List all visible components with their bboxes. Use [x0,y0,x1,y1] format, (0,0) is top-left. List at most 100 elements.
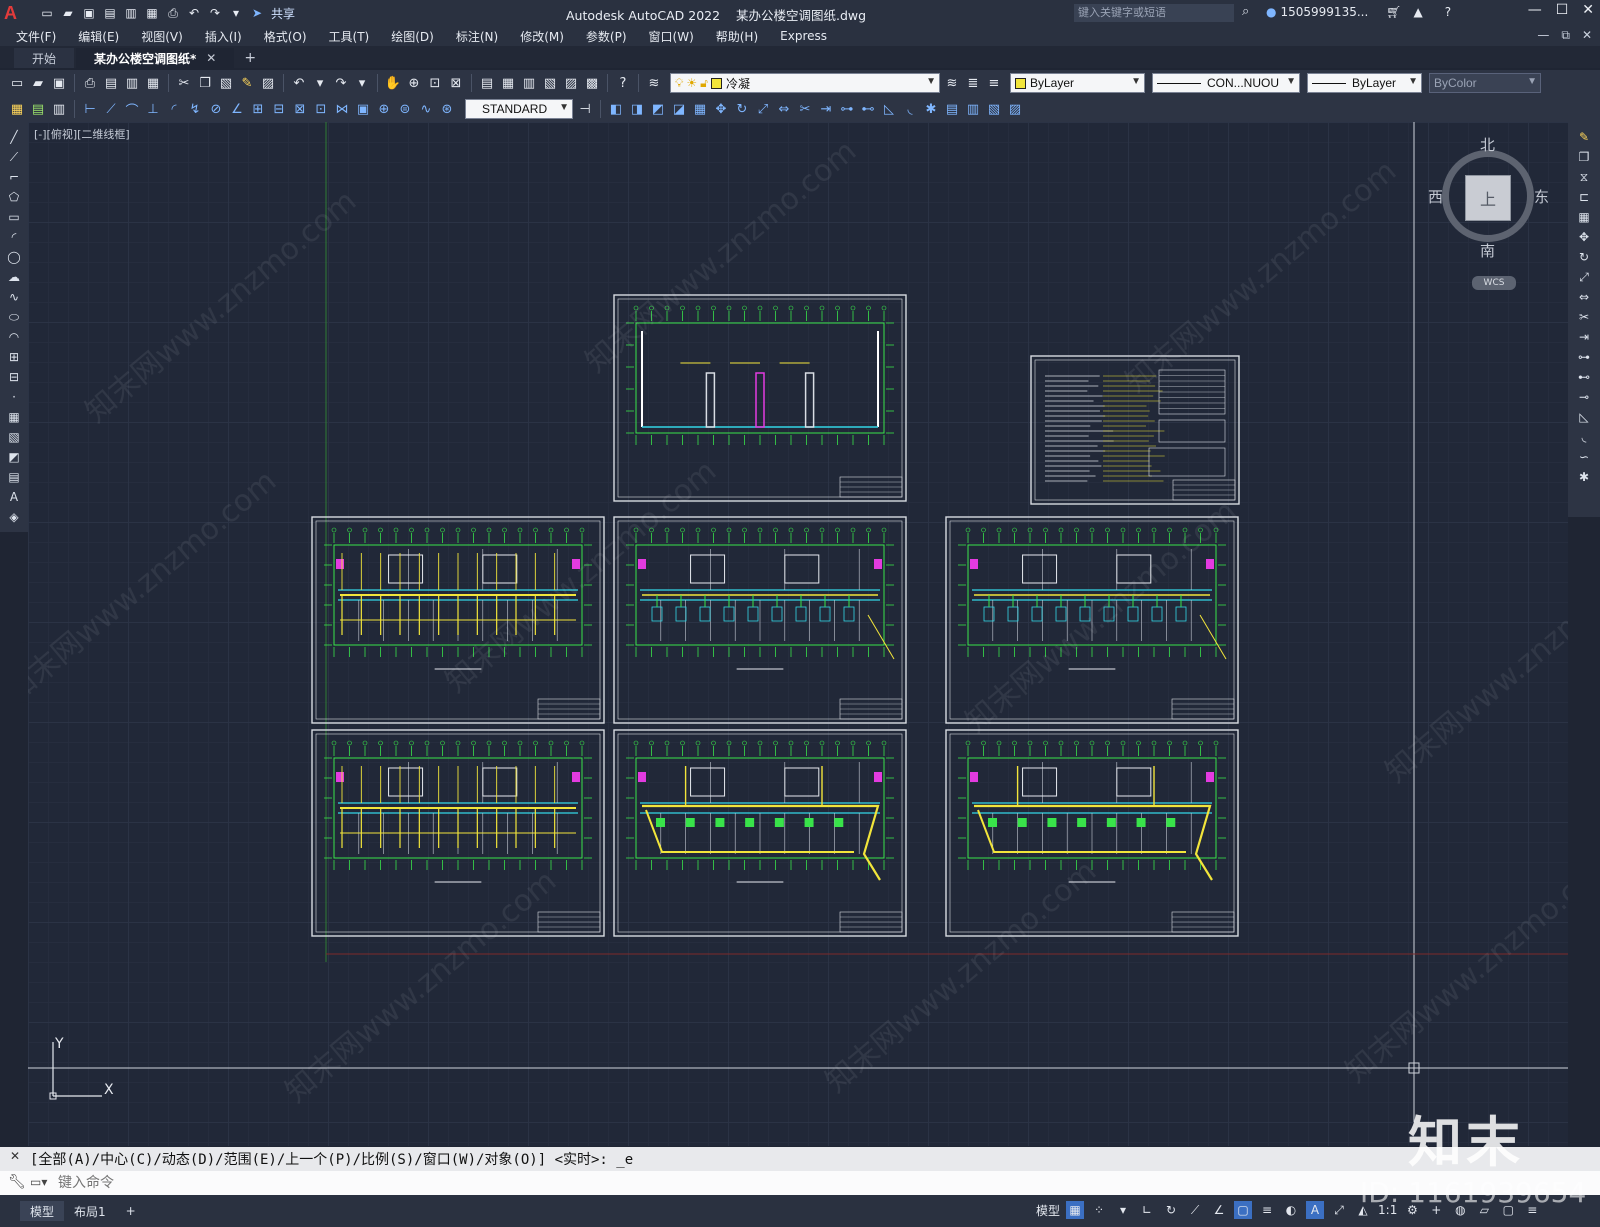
layer-states-icon[interactable]: ≡ [985,74,1003,92]
text-style-dropdown[interactable]: STANDARD ▼ [465,99,573,119]
modify-join-icon[interactable]: ⊷ [859,100,877,118]
menu-format[interactable]: 格式(O) [264,28,307,45]
zoom-realtime-icon[interactable]: ⊕ [405,74,423,92]
share-label[interactable]: 共享 [271,5,295,22]
maximize-button[interactable]: ☐ [1556,2,1569,18]
save-web-icon[interactable]: ▦ [143,4,161,22]
isometric-icon[interactable]: ⟋ [1186,1201,1204,1219]
layer-dropdown[interactable]: 💡︎ ☀ 🔓︎ 冷凝 ▼ [670,73,940,93]
layer-iso-icon[interactable]: ▤ [29,100,47,118]
join-icon[interactable]: ⊸ [1575,388,1593,406]
publish-icon[interactable]: ▥ [123,74,141,92]
zoom-window-icon[interactable]: ⊡ [426,74,444,92]
quick-dimension-icon[interactable]: ⊞ [249,100,267,118]
menu-draw[interactable]: 绘图(D) [391,28,434,45]
mirror-icon[interactable]: ⧖ [1575,168,1593,186]
auto-scale-icon[interactable]: ⤢ [1330,1201,1348,1219]
tab-start[interactable]: 开始 [14,48,75,68]
table-icon[interactable]: ▤ [5,468,23,486]
undo-dropdown-icon[interactable]: ▾ [311,74,329,92]
continue-icon[interactable]: ⊠ [291,100,309,118]
modify-erase-icon[interactable]: ◧ [607,100,625,118]
insert-block-icon[interactable]: ⊞ [5,348,23,366]
open-web-icon[interactable]: ▥ [122,4,140,22]
layer-previous-icon[interactable]: ≣ [964,74,982,92]
group-icon[interactable]: ▥ [964,100,982,118]
jogged-icon[interactable]: ↯ [186,100,204,118]
menu-insert[interactable]: 插入(I) [205,28,242,45]
ellipse-icon[interactable]: ⬭ [5,308,23,326]
properties-icon[interactable]: ▤ [478,74,496,92]
extend-icon[interactable]: ⇥ [1575,328,1593,346]
menu-help[interactable]: 帮助(H) [716,28,758,45]
arc-icon[interactable]: ◜ [5,228,23,246]
blend-curves-icon[interactable]: ∽ [1575,448,1593,466]
hatch-edit-icon[interactable]: ▧ [985,100,1003,118]
array-icon[interactable]: ▦ [1575,208,1593,226]
make-current-layer-icon[interactable]: ≋ [943,74,961,92]
calculator-icon[interactable]: ▩ [583,74,601,92]
cut-icon[interactable]: ✂ [175,74,193,92]
autodesk-app-icon[interactable]: ▲ [1414,5,1423,19]
tolerance-icon[interactable]: ▣ [354,100,372,118]
dimension-style-icon[interactable]: ⊣ [576,100,594,118]
baseline-icon[interactable]: ⊟ [270,100,288,118]
markup-icon[interactable]: ▨ [562,74,580,92]
modify-scale-icon[interactable]: ⤢ [754,100,772,118]
viewcube[interactable]: 北 南 西 东 上 WCS [1428,136,1552,300]
model-space-label[interactable]: 模型 [1036,1202,1060,1219]
cart-icon[interactable]: 🛒︎ [1386,5,1401,19]
tab-drawing[interactable]: 某办公楼空调图纸* ✕ [76,48,235,68]
redo-icon[interactable]: ↷ [206,4,224,22]
jogged-linear-icon[interactable]: ∿ [417,100,435,118]
dimension-edit-icon[interactable]: ⊛ [438,100,456,118]
modify-break-icon[interactable]: ⊶ [838,100,856,118]
make-block-icon[interactable]: ⊟ [5,368,23,386]
sheet-set-icon[interactable]: ▧ [541,74,559,92]
command-input[interactable] [6,1173,1306,1193]
viewcube-top-face[interactable]: 上 [1465,175,1511,221]
zoom-previous-icon[interactable]: ⊠ [447,74,465,92]
search-icon[interactable]: ⌕ [1242,4,1249,19]
save-icon[interactable]: ▣ [50,74,68,92]
new-file-icon[interactable]: ▭ [38,4,56,22]
doc-restore-button[interactable]: ⧉ [1561,28,1570,43]
revision-cloud-icon[interactable]: ☁ [5,268,23,286]
modify-trim-icon[interactable]: ✂ [796,100,814,118]
polyline-icon[interactable]: ⌐ [5,168,23,186]
recent-commands-icon[interactable]: ▭▾ [30,1175,47,1189]
minimize-button[interactable]: — [1528,2,1542,18]
line-icon[interactable]: ╱ [5,128,23,146]
menu-dimension[interactable]: 标注(N) [456,28,498,45]
erase-icon[interactable]: ✎ [1575,128,1593,146]
3d-print-icon[interactable]: ▦ [144,74,162,92]
save-as-icon[interactable]: ▤ [101,4,119,22]
lineweight-icon[interactable]: ≡ [1258,1201,1276,1219]
share-icon[interactable]: ➤ [248,4,266,22]
snap-icon[interactable]: ⁘ [1090,1201,1108,1219]
object-snap-icon[interactable]: ▢ [1234,1201,1253,1219]
ortho-icon[interactable]: ∟ [1138,1201,1156,1219]
tool-palettes-icon[interactable]: ▥ [520,74,538,92]
object-snap-tracking-icon[interactable]: ∠ [1210,1201,1228,1219]
trim-icon[interactable]: ✂ [1575,308,1593,326]
menu-parametric[interactable]: 参数(P) [586,28,627,45]
break-icon[interactable]: ⊷ [1575,368,1593,386]
redo-dropdown-icon[interactable]: ▾ [353,74,371,92]
tab-model[interactable]: 模型 [20,1201,65,1221]
space-icon[interactable]: ⊡ [312,100,330,118]
help-icon[interactable]: ? [1445,5,1451,19]
circle-icon[interactable]: ◯ [5,248,23,266]
copy-icon[interactable]: ❐ [1575,148,1593,166]
close-command-line-icon[interactable]: ✕ [10,1149,20,1163]
modify-mirror-icon[interactable]: ◩ [649,100,667,118]
color-dropdown[interactable]: ByLayer ▼ [1010,73,1145,93]
customize-qat-icon[interactable]: ▾ [227,4,245,22]
modify-rotate-icon[interactable]: ↻ [733,100,751,118]
undo-icon[interactable]: ↶ [290,74,308,92]
construction-line-icon[interactable]: ⟋ [5,148,23,166]
close-tab-icon[interactable]: ✕ [206,51,216,65]
transparency-icon[interactable]: ◐ [1282,1201,1300,1219]
break-at-point-icon[interactable]: ⊶ [1575,348,1593,366]
region-icon[interactable]: ◩ [5,448,23,466]
